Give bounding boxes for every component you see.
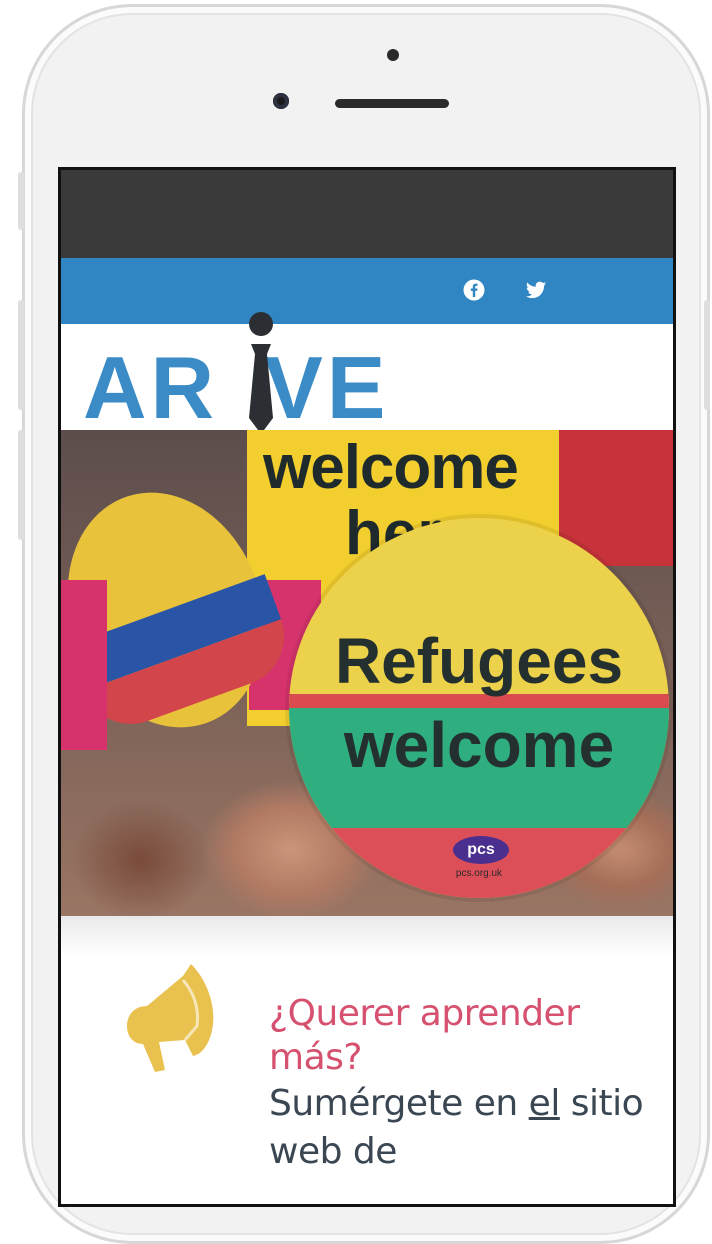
social-bar: [61, 258, 673, 324]
cta-text-prefix: Sumérgete en: [269, 1083, 529, 1124]
refugees-welcome-placard: Refugees welcome pcs pcs.org.uk: [289, 518, 669, 898]
power-button: [704, 300, 710, 410]
placard-text-welcome: welcome: [343, 709, 615, 781]
hero-image: welcome here Refugees welcome pcs pcs.or…: [61, 430, 673, 916]
pink-placard-left: [61, 580, 107, 750]
site-logo[interactable]: AR VE: [83, 344, 390, 432]
cta-heading: ¿Querer aprender más?: [269, 993, 580, 1078]
proximity-sensor: [387, 49, 399, 61]
twitter-icon[interactable]: [525, 279, 547, 301]
megaphone-icon: [127, 964, 214, 1072]
cta-text: Sumérgete en el sitio web de: [269, 1080, 659, 1176]
cta-section: ¿Querer aprender más? Sumérgete en el si…: [61, 916, 673, 1204]
sign-text-welcome: welcome: [263, 433, 519, 502]
front-camera: [273, 93, 289, 109]
mute-switch: [18, 172, 24, 230]
phone-screen: ARVE welcome here Refugees welcome pcs p…: [58, 167, 676, 1207]
volume-down-button: [18, 430, 24, 540]
status-bar: [61, 170, 673, 258]
earpiece-speaker: [335, 99, 449, 108]
pcs-url: pcs.org.uk: [455, 868, 503, 879]
logo-person-icon: [249, 312, 273, 434]
cta-link[interactable]: el: [529, 1083, 561, 1124]
volume-up-button: [18, 300, 24, 410]
site-header: AR VE: [61, 312, 673, 434]
pcs-logo: pcs: [453, 836, 509, 864]
facebook-icon[interactable]: [463, 279, 485, 301]
placard-text-refugees: Refugees: [334, 625, 624, 697]
